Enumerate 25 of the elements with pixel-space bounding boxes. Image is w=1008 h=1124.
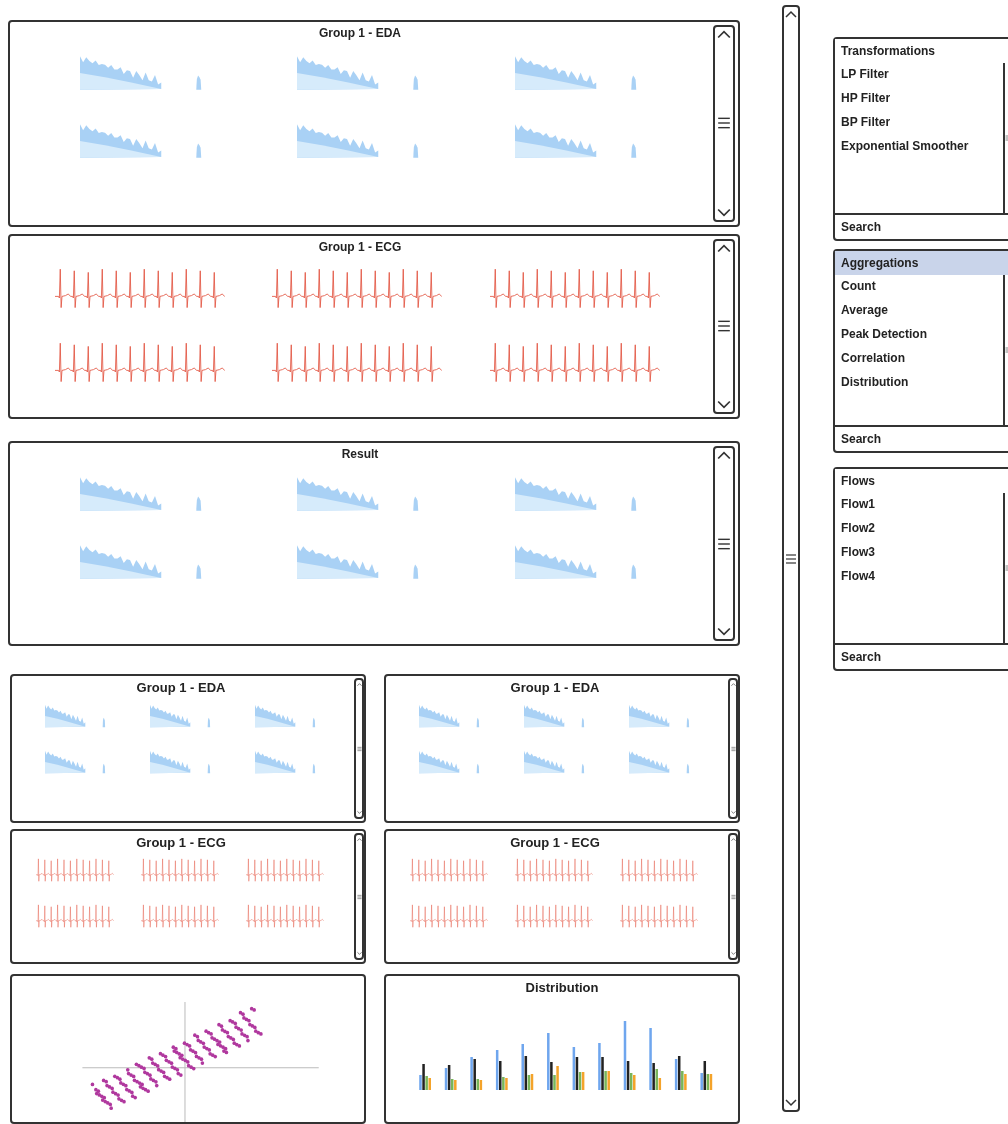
list-item[interactable]: HP Filter <box>841 89 997 107</box>
list-item[interactable]: Distribution <box>841 373 997 391</box>
panel-title: Result <box>340 446 380 464</box>
panel-title: Group 1 - ECG <box>509 834 601 852</box>
search-field[interactable]: Search <box>835 643 1008 669</box>
list-item[interactable]: Exponential Smoother <box>841 137 997 155</box>
list-item[interactable]: Flow2 <box>841 519 997 537</box>
panel-title: Group 1 - ECG <box>135 834 227 852</box>
search-field[interactable]: Search <box>835 213 1008 239</box>
panel-title: Group 1 - EDA <box>509 679 601 697</box>
list-item[interactable]: Flow3 <box>841 543 997 561</box>
list-item[interactable]: Average <box>841 301 997 319</box>
panel-title: Group 1 - ECG <box>317 238 403 256</box>
panel-title: Group 1 - EDA <box>135 679 227 697</box>
list-item[interactable]: LP Filter <box>841 65 997 83</box>
list-item[interactable]: Peak Detection <box>841 325 997 343</box>
list-item[interactable]: BP Filter <box>841 113 997 131</box>
list-item[interactable]: Flow1 <box>841 495 997 513</box>
search-field[interactable]: Search <box>835 425 1008 451</box>
list-item[interactable]: Correlation <box>841 349 997 367</box>
list-item[interactable]: Flow4 <box>841 567 997 585</box>
list-item[interactable]: Count <box>841 277 997 295</box>
panel-title: Group 1 - EDA <box>318 25 402 42</box>
panel-title: Distribution <box>524 979 600 997</box>
list-header[interactable]: Aggregations <box>835 251 1008 275</box>
